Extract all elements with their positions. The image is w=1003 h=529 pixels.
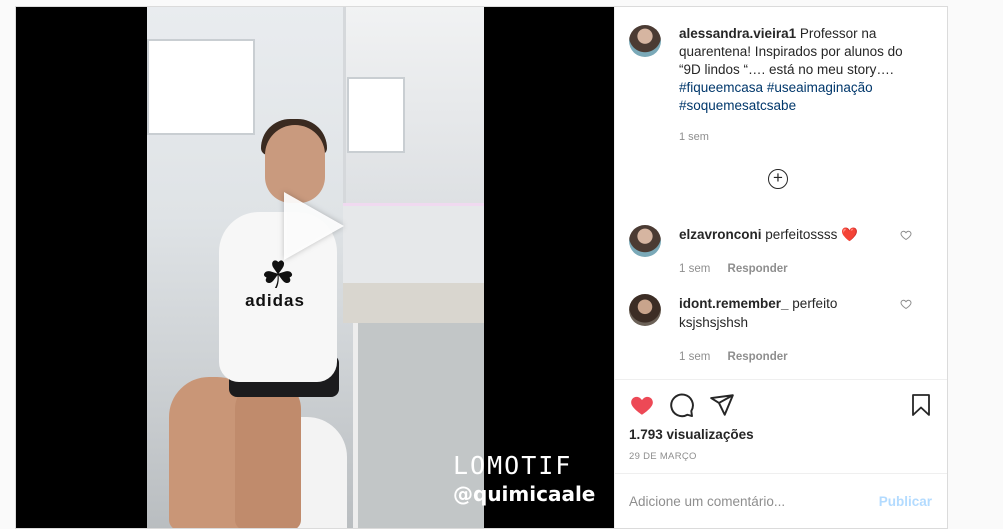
avatar[interactable] — [629, 25, 661, 57]
video-frame: ☘ adidas — [147, 7, 484, 528]
reply-button[interactable]: Responder — [728, 263, 788, 275]
action-bar — [629, 392, 934, 422]
load-more-comments-icon[interactable]: + — [768, 169, 788, 189]
divider — [615, 473, 947, 474]
comment-username[interactable]: elzavronconi — [679, 227, 762, 242]
heart-outline-icon[interactable] — [900, 298, 912, 310]
post-date[interactable]: 29 DE MARÇO — [629, 451, 697, 462]
comment-time[interactable]: 1 sem — [679, 351, 710, 363]
caption-text: alessandra.vieira1 Professor na quarente… — [679, 25, 924, 146]
video-player[interactable]: ☘ adidas LOMOTIF @quimicaale — [16, 7, 614, 528]
avatar[interactable] — [629, 225, 661, 257]
comment-username[interactable]: idont.remember_ — [679, 296, 789, 311]
heart-filled-icon[interactable] — [629, 392, 655, 418]
heart-outline-icon[interactable] — [900, 229, 912, 241]
comment-text: elzavronconi perfeitossss ❤️ — [679, 225, 894, 244]
hashtag-link[interactable]: #soquemesatcsabe — [679, 98, 796, 113]
watermark-user: @quimicaale — [453, 482, 596, 506]
comment-input[interactable] — [629, 494, 849, 509]
comment-meta: 1 sem Responder — [679, 263, 802, 275]
window-reflection — [347, 77, 405, 153]
post-modal: ☘ adidas LOMOTIF @quimicaale alessandra.… — [15, 6, 948, 529]
play-button-icon[interactable] — [284, 192, 344, 260]
avatar[interactable] — [629, 294, 661, 326]
reply-button[interactable]: Responder — [728, 351, 788, 363]
comment-meta: 1 sem Responder — [679, 351, 802, 363]
caption-time[interactable]: 1 sem — [679, 131, 709, 143]
watermark-app: LOMOTIF — [453, 451, 573, 480]
caption-username[interactable]: alessandra.vieira1 — [679, 26, 796, 41]
person-leg — [235, 379, 301, 528]
wall-tiles — [343, 203, 484, 286]
shirt-logo-text: adidas — [245, 291, 305, 310]
counter — [343, 283, 484, 323]
comment-body: perfeitossss — [765, 227, 838, 242]
comment-icon[interactable] — [669, 392, 695, 418]
divider — [615, 379, 947, 380]
share-icon[interactable] — [709, 392, 735, 418]
bookmark-icon[interactable] — [909, 392, 933, 418]
post-sidebar: alessandra.vieira1 Professor na quarente… — [614, 7, 947, 528]
hashtag-link[interactable]: #fiqueemcasa — [679, 80, 763, 95]
window — [147, 39, 255, 135]
publish-button[interactable]: Publicar — [879, 494, 932, 509]
comment-time[interactable]: 1 sem — [679, 263, 710, 275]
red-heart-emoji-icon: ❤️ — [841, 227, 858, 242]
comment-text: idont.remember_ perfeito ksjshsjshsh — [679, 294, 894, 332]
hashtag-link[interactable]: #useaimaginação — [767, 80, 873, 95]
view-count[interactable]: 1.793 visualizações — [629, 427, 754, 442]
